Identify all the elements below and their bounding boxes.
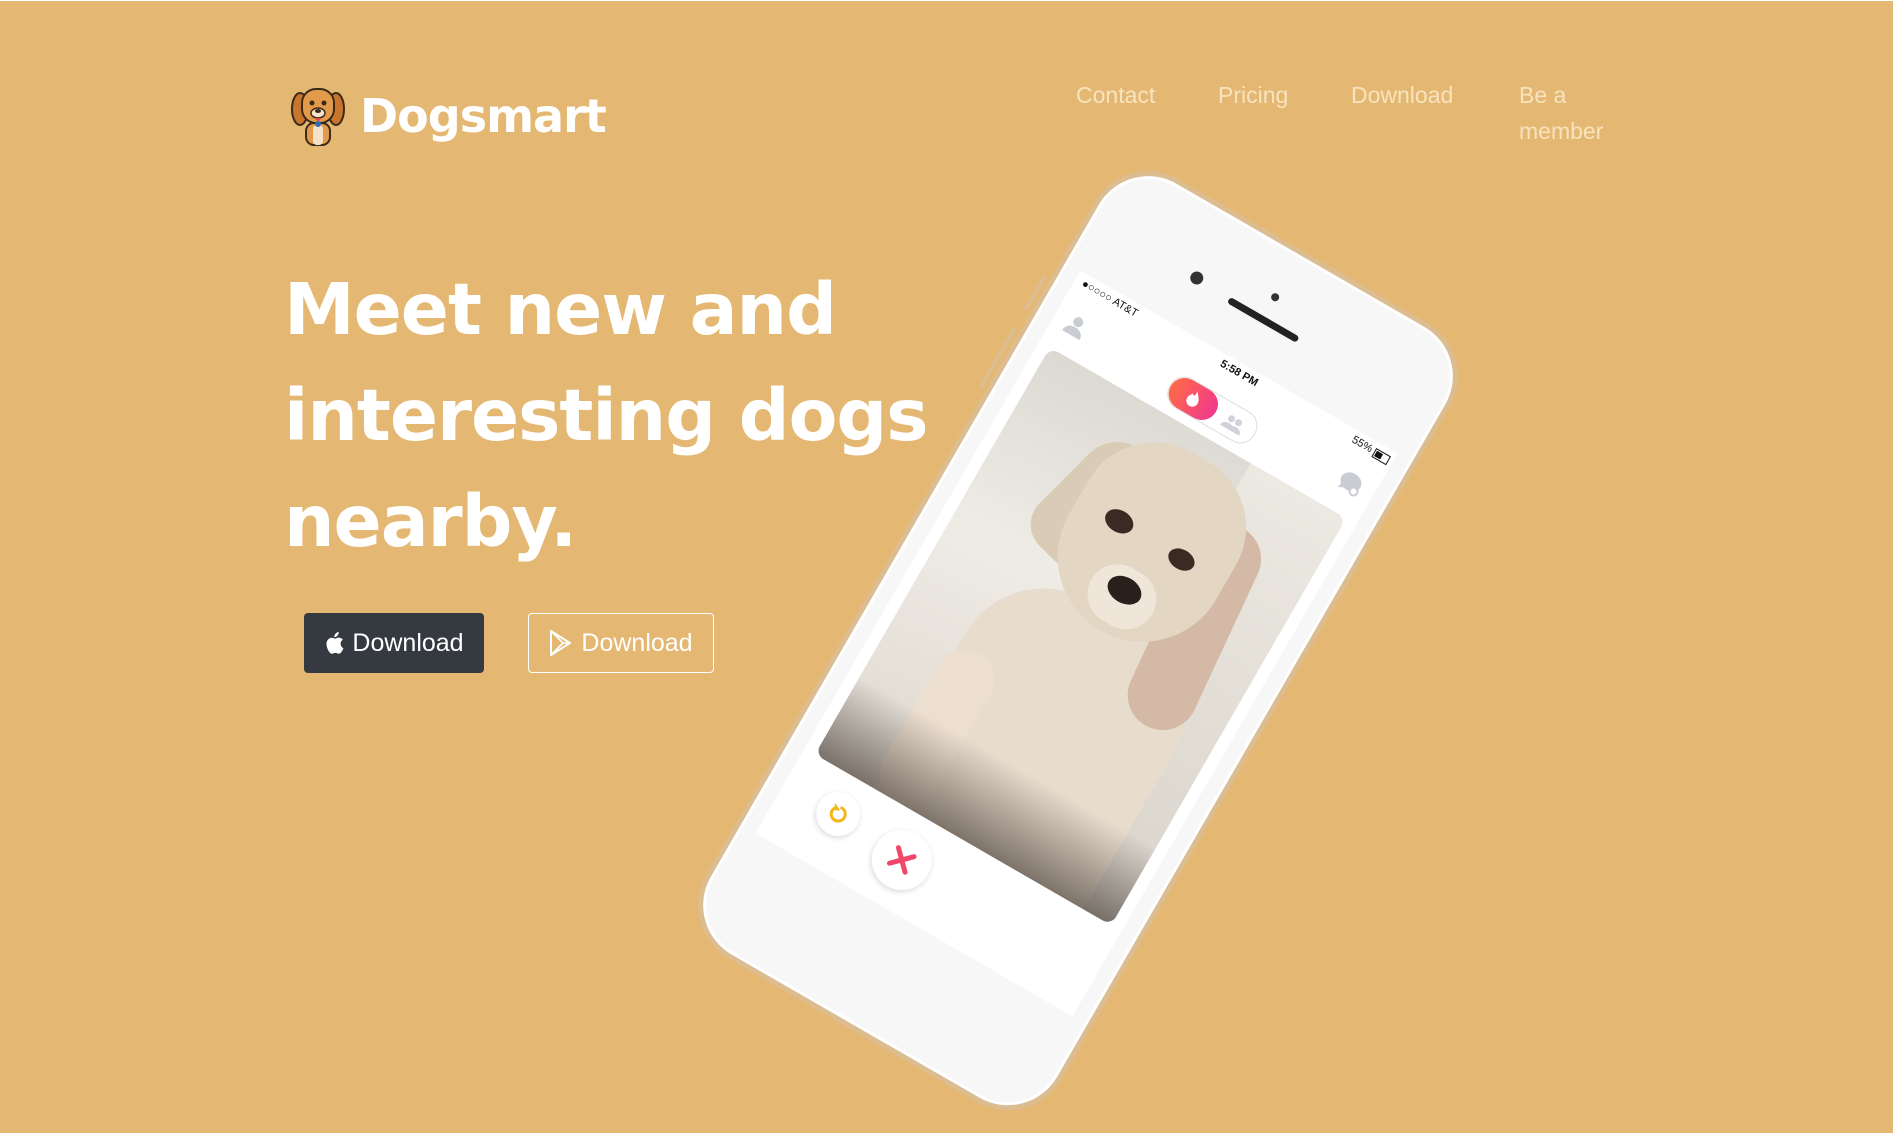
google-play-icon — [550, 630, 572, 656]
nav-download-link[interactable]: Download — [1351, 77, 1453, 113]
hero-headline: Meet new and interesting dogs nearby. — [284, 268, 928, 563]
rewind-icon — [829, 803, 847, 823]
apple-download-label: Download — [352, 628, 464, 657]
dog-face-icon — [291, 88, 345, 146]
brand-logo[interactable]: Dogsmart — [290, 83, 607, 149]
nav-member-link[interactable]: Be a member — [1519, 77, 1619, 149]
apple-download-button[interactable]: Download — [304, 613, 484, 673]
brand-name: Dogsmart — [360, 89, 607, 143]
nav-contact-link[interactable]: Contact — [1076, 77, 1155, 113]
flame-icon — [1186, 391, 1199, 407]
nav-pricing-link[interactable]: Pricing — [1218, 77, 1288, 113]
chat-icon — [1337, 472, 1362, 497]
close-icon — [886, 845, 917, 875]
nope-button[interactable] — [860, 818, 943, 901]
play-download-label: Download — [581, 628, 693, 657]
rewind-button[interactable] — [808, 783, 869, 845]
people-icon — [1219, 415, 1242, 436]
play-download-button[interactable]: Download — [528, 613, 714, 673]
profile-icon — [1062, 317, 1084, 341]
battery-icon — [1371, 448, 1392, 466]
apple-icon — [326, 632, 344, 654]
